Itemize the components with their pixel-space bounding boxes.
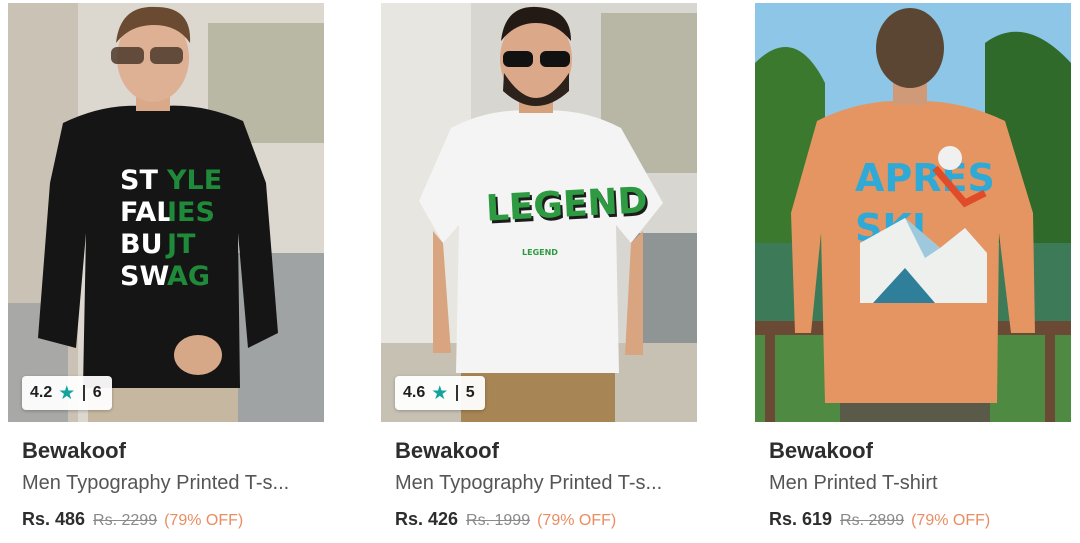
svg-text:APRÈS: APRÈS bbox=[855, 156, 995, 200]
original-price: Rs. 2299 bbox=[93, 512, 158, 529]
svg-text:LEGEND: LEGEND bbox=[522, 248, 558, 257]
discount-label: (79% OFF) bbox=[537, 512, 617, 529]
svg-text:JT: JT bbox=[165, 229, 196, 260]
price-row: Rs. 486 Rs. 2299 (79% OFF) bbox=[22, 509, 243, 530]
product-image[interactable]: ST YLE FAL IES BU JT SW AG bbox=[8, 3, 324, 422]
price-row: Rs. 426 Rs. 1999 (79% OFF) bbox=[395, 509, 616, 530]
price-row: Rs. 619 Rs. 2899 (79% OFF) bbox=[769, 509, 990, 530]
svg-text:FAL: FAL bbox=[120, 197, 173, 228]
svg-text:IES: IES bbox=[167, 197, 215, 228]
svg-text:ST: ST bbox=[120, 165, 158, 196]
svg-text:LEGEND: LEGEND bbox=[485, 180, 649, 229]
product-card[interactable]: APRÈS SKI Bewakoof Men Printed T-shirt R… bbox=[755, 0, 1071, 543]
selling-price: Rs. 486 bbox=[22, 509, 86, 529]
product-title[interactable]: Men Printed T-shirt bbox=[769, 472, 1059, 495]
product-card[interactable]: LEGEND LEGEND LEGEND 4.6 ★ 5 Bewakoof Me… bbox=[381, 0, 697, 543]
svg-text:AG: AG bbox=[167, 261, 210, 292]
product-image[interactable]: APRÈS SKI bbox=[755, 3, 1071, 422]
rating-value: 4.6 bbox=[403, 384, 426, 401]
product-title[interactable]: Men Typography Printed T-s... bbox=[22, 472, 312, 495]
divider bbox=[83, 385, 85, 401]
product-title[interactable]: Men Typography Printed T-s... bbox=[395, 472, 685, 495]
divider bbox=[456, 385, 458, 401]
svg-text:BU: BU bbox=[120, 229, 163, 260]
star-icon: ★ bbox=[58, 382, 76, 404]
rating-count: 5 bbox=[465, 384, 475, 401]
brand-name[interactable]: Bewakoof bbox=[395, 438, 499, 464]
rating-count: 6 bbox=[92, 384, 102, 401]
brand-name[interactable]: Bewakoof bbox=[22, 438, 126, 464]
svg-text:SW: SW bbox=[120, 261, 169, 292]
rating-badge: 4.2 ★ 6 bbox=[22, 376, 112, 410]
original-price: Rs. 1999 bbox=[466, 512, 531, 529]
rating-badge: 4.6 ★ 5 bbox=[395, 376, 485, 410]
product-image[interactable]: LEGEND LEGEND LEGEND bbox=[381, 3, 697, 422]
discount-label: (79% OFF) bbox=[911, 512, 991, 529]
selling-price: Rs. 619 bbox=[769, 509, 833, 529]
star-icon: ★ bbox=[431, 382, 449, 404]
discount-label: (79% OFF) bbox=[164, 512, 244, 529]
brand-name[interactable]: Bewakoof bbox=[769, 438, 873, 464]
selling-price: Rs. 426 bbox=[395, 509, 459, 529]
svg-text:YLE: YLE bbox=[166, 165, 222, 196]
product-card[interactable]: ST YLE FAL IES BU JT SW AG 4.2 ★ 6 Bewak… bbox=[8, 0, 324, 543]
rating-value: 4.2 bbox=[30, 384, 53, 401]
original-price: Rs. 2899 bbox=[840, 512, 905, 529]
